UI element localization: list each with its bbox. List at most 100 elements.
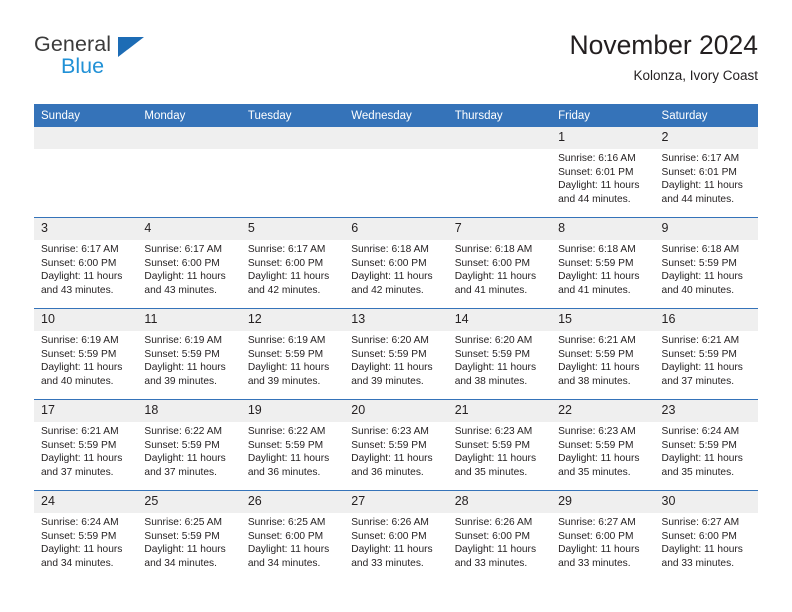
day-details: Sunrise: 6:17 AM Sunset: 6:00 PM Daylight:… <box>241 240 344 297</box>
calendar-day-cell[interactable]: 27 Sunrise: 6:26 AM Sunset: 6:00 PM Dayligh… <box>344 490 448 581</box>
calendar-day-cell[interactable]: 7 Sunrise: 6:18 AM Sunset: 6:00 PM Daylight… <box>447 217 552 309</box>
day-details: Sunrise: 6:23 AM Sunset: 5:59 PM Daylight:… <box>551 422 654 479</box>
day-detail-line: Sunrise: 6:17 AM <box>41 244 119 255</box>
calendar-day-cell[interactable]: 21 Sunrise: 6:23 AM Sunset: 5:59 PM Dayligh… <box>447 399 552 491</box>
day-detail-line: Sunset: 6:00 PM <box>247 257 324 269</box>
calendar-day-cell[interactable]: 3 Sunrise: 6:17 AM Sunset: 6:00 PM Daylight… <box>34 217 138 309</box>
day-detail-line: Sunset: 5:59 PM <box>661 439 737 451</box>
day-detail-line: and 43 minutes. <box>144 284 217 296</box>
day-detail-line: Sunrise: 6:21 AM <box>41 426 119 437</box>
calendar-day-cell[interactable]: 23 Sunrise: 6:24 AM Sunset: 5:59 PM Dayligh… <box>654 399 758 491</box>
day-detail-line: Sunrise: 6:25 AM <box>247 517 326 528</box>
day-number: 14 <box>447 309 552 331</box>
day-number: 16 <box>654 309 758 331</box>
calendar-day-cell[interactable]: 1 Sunrise: 6:16 AM Sunset: 6:01 PM Daylight… <box>551 127 655 218</box>
day-detail-line: Sunset: 6:00 PM <box>351 257 427 269</box>
day-detail-line: Daylight: 11 hours <box>41 271 123 283</box>
day-detail-line: Sunset: 5:59 PM <box>351 348 427 360</box>
day-number: 30 <box>654 491 758 513</box>
calendar-day-cell[interactable]: 24 Sunrise: 6:24 AM Sunset: 5:59 PM Dayligh… <box>34 490 138 581</box>
day-detail-line: Sunset: 6:00 PM <box>351 530 427 542</box>
day-details: Sunrise: 6:25 AM Sunset: 6:00 PM Daylight:… <box>241 513 344 570</box>
day-detail-line: Sunrise: 6:25 AM <box>144 517 223 528</box>
day-detail-line: Sunset: 5:59 PM <box>558 439 634 451</box>
calendar-header-row: Sunday Monday Tuesday Wednesday Thursday Frid… <box>34 104 758 127</box>
day-number: 9 <box>654 218 758 240</box>
day-detail-line: and 34 minutes. <box>247 557 321 569</box>
calendar-day-cell[interactable]: 28 Sunrise: 6:26 AM Sunset: 6:00 PM Dayligh… <box>447 490 552 581</box>
day-details: Sunrise: 6:27 AM Sunset: 6:00 PM Daylight:… <box>655 513 758 570</box>
day-details: Sunrise: 6:26 AM Sunset: 6:00 PM Daylight:… <box>344 513 447 570</box>
calendar-day-cell[interactable]: 6 Sunrise: 6:18 AM Sunset: 6:00 PM Daylight… <box>344 217 448 309</box>
day-number: 11 <box>137 309 241 331</box>
calendar-day-cell[interactable]: 14 Sunrise: 6:20 AM Sunset: 5:59 PM Dayligh… <box>447 308 552 400</box>
calendar-day-cell[interactable]: 17 Sunrise: 6:21 AM Sunset: 5:59 PM Dayligh… <box>34 399 138 491</box>
calendar-day-cell[interactable]: 18 Sunrise: 6:22 AM Sunset: 5:59 PM Dayligh… <box>137 399 241 491</box>
calendar-day-cell[interactable]: 30 Sunrise: 6:27 AM Sunset: 6:00 PM Dayligh… <box>654 490 758 581</box>
day-details: Sunrise: 6:21 AM Sunset: 5:59 PM Daylight:… <box>655 331 758 388</box>
day-details: Sunrise: 6:23 AM Sunset: 5:59 PM Daylight:… <box>448 422 551 479</box>
day-number: 8 <box>551 218 655 240</box>
day-detail-line: and 39 minutes. <box>247 375 321 387</box>
day-detail-line: Daylight: 11 hours <box>41 362 123 374</box>
day-detail-line: Sunset: 5:59 PM <box>351 439 427 451</box>
day-detail-line: Sunrise: 6:17 AM <box>661 153 740 164</box>
day-details: Sunrise: 6:19 AM Sunset: 5:59 PM Daylight:… <box>34 331 137 388</box>
day-detail-line: Daylight: 11 hours <box>454 271 537 283</box>
weekday-header-wednesday: Wednesday <box>344 104 448 127</box>
day-details: Sunrise: 6:24 AM Sunset: 5:59 PM Daylight:… <box>655 422 758 479</box>
calendar-day-cell[interactable]: 11 Sunrise: 6:19 AM Sunset: 5:59 PM Dayligh… <box>137 308 241 400</box>
calendar-day-cell[interactable]: 22 Sunrise: 6:23 AM Sunset: 5:59 PM Dayligh… <box>551 399 655 491</box>
day-detail-line: and 37 minutes. <box>144 466 217 478</box>
day-details: Sunrise: 6:24 AM Sunset: 5:59 PM Daylight:… <box>34 513 137 570</box>
calendar-day-cell[interactable]: 15 Sunrise: 6:21 AM Sunset: 5:59 PM Dayligh… <box>551 308 655 400</box>
day-number: 18 <box>137 400 241 422</box>
day-detail-line: Sunset: 5:59 PM <box>454 439 531 451</box>
day-detail-line: Sunset: 5:59 PM <box>41 348 117 360</box>
calendar-day-cell[interactable]: 20 Sunrise: 6:23 AM Sunset: 5:59 PM Dayligh… <box>344 399 448 491</box>
calendar-week-row: 3 Sunrise: 6:17 AM Sunset: 6:00 PM Daylight… <box>34 217 758 309</box>
day-number <box>447 127 552 149</box>
calendar-day-cell[interactable]: 25 Sunrise: 6:25 AM Sunset: 5:59 PM Dayligh… <box>137 490 241 581</box>
day-details: Sunrise: 6:23 AM Sunset: 5:59 PM Daylight:… <box>344 422 447 479</box>
day-detail-line: Daylight: 11 hours <box>247 453 330 465</box>
calendar-day-cell[interactable]: 19 Sunrise: 6:22 AM Sunset: 5:59 PM Dayligh… <box>240 399 345 491</box>
day-number <box>240 127 345 149</box>
calendar-cell-empty <box>34 127 138 218</box>
calendar-day-cell[interactable]: 29 Sunrise: 6:27 AM Sunset: 6:00 PM Dayligh… <box>551 490 655 581</box>
calendar-day-cell[interactable]: 4 Sunrise: 6:17 AM Sunset: 6:00 PM Daylight… <box>137 217 241 309</box>
calendar-day-cell[interactable]: 16 Sunrise: 6:21 AM Sunset: 5:59 PM Dayligh… <box>654 308 758 400</box>
title-block: November 2024 Kolonza, Ivory Coast <box>569 28 758 87</box>
calendar-day-cell[interactable]: 5 Sunrise: 6:17 AM Sunset: 6:00 PM Daylight… <box>240 217 345 309</box>
day-detail-line: and 39 minutes. <box>351 375 424 387</box>
general-blue-logo[interactable]: General Blue <box>34 32 234 90</box>
day-details: Sunrise: 6:17 AM Sunset: 6:00 PM Daylight:… <box>34 240 137 297</box>
day-number: 29 <box>551 491 655 513</box>
calendar-day-cell[interactable]: 12 Sunrise: 6:19 AM Sunset: 5:59 PM Dayligh… <box>240 308 345 400</box>
day-detail-line: Daylight: 11 hours <box>454 362 537 374</box>
day-details: Sunrise: 6:18 AM Sunset: 5:59 PM Daylight:… <box>551 240 654 297</box>
calendar-day-cell[interactable]: 9 Sunrise: 6:18 AM Sunset: 5:59 PM Daylight… <box>654 217 758 309</box>
calendar-day-cell[interactable]: 13 Sunrise: 6:20 AM Sunset: 5:59 PM Dayligh… <box>344 308 448 400</box>
day-number: 7 <box>447 218 552 240</box>
day-detail-line: Sunrise: 6:24 AM <box>41 517 119 528</box>
day-detail-line: and 42 minutes. <box>351 284 424 296</box>
calendar-day-cell[interactable]: 8 Sunrise: 6:18 AM Sunset: 5:59 PM Daylight… <box>551 217 655 309</box>
day-detail-line: Sunrise: 6:23 AM <box>351 426 429 437</box>
day-detail-line: Sunset: 5:59 PM <box>144 348 220 360</box>
calendar-week-row: 17 Sunrise: 6:21 AM Sunset: 5:59 PM Dayligh… <box>34 399 758 491</box>
day-detail-line: Sunset: 5:59 PM <box>454 348 531 360</box>
calendar-day-cell[interactable]: 10 Sunrise: 6:19 AM Sunset: 5:59 PM Dayligh… <box>34 308 138 400</box>
logo-text-blue: Blue <box>61 54 105 78</box>
day-details: Sunrise: 6:19 AM Sunset: 5:59 PM Daylight:… <box>241 331 344 388</box>
day-detail-line: Sunrise: 6:27 AM <box>661 517 740 528</box>
day-details: Sunrise: 6:17 AM Sunset: 6:00 PM Daylight:… <box>137 240 240 297</box>
day-number: 21 <box>447 400 552 422</box>
calendar-day-cell[interactable]: 2 Sunrise: 6:17 AM Sunset: 6:01 PM Daylight… <box>654 127 758 218</box>
day-details: Sunrise: 6:19 AM Sunset: 5:59 PM Daylight:… <box>137 331 240 388</box>
day-details: Sunrise: 6:17 AM Sunset: 6:01 PM Daylight:… <box>655 149 758 206</box>
day-details <box>344 149 447 152</box>
day-detail-line: and 35 minutes. <box>558 466 631 478</box>
calendar-day-cell[interactable]: 26 Sunrise: 6:25 AM Sunset: 6:00 PM Dayligh… <box>240 490 345 581</box>
day-detail-line: Sunrise: 6:26 AM <box>351 517 429 528</box>
